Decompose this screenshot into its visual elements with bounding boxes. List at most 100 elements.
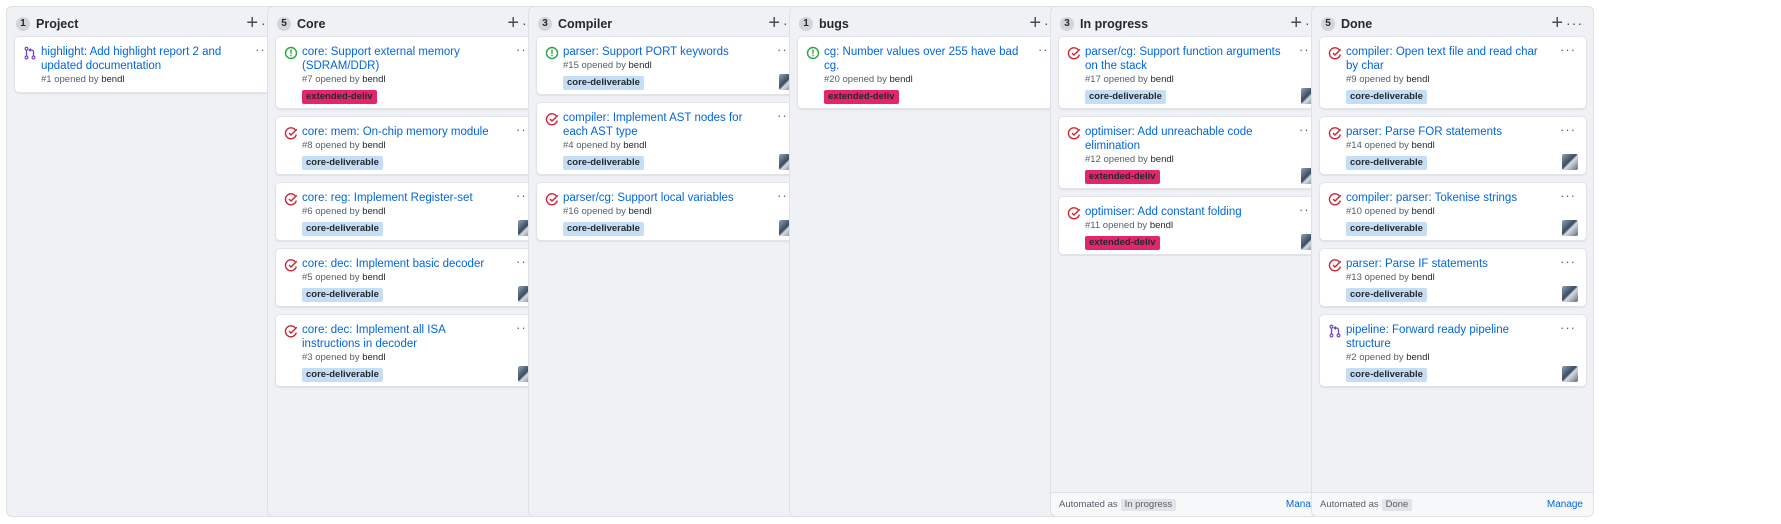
card-title-link[interactable]: core: dec: Implement basic decoder	[302, 257, 502, 271]
author-name[interactable]: bendl	[1151, 74, 1174, 85]
card-title-link[interactable]: core: Support external memory (SDRAM/DDR…	[302, 45, 502, 73]
author-name[interactable]: bendl	[629, 206, 652, 217]
add-card-button[interactable]: +	[1029, 10, 1041, 36]
label-badge[interactable]: core-deliverable	[1346, 368, 1427, 382]
card-title-link[interactable]: compiler: Implement AST nodes for each A…	[563, 111, 763, 139]
card-title-link[interactable]: parser: Parse FOR statements	[1346, 125, 1546, 139]
author-name[interactable]: bendl	[1406, 74, 1429, 85]
label-badge[interactable]: core-deliverable	[1346, 222, 1427, 236]
author-name[interactable]: bendl	[362, 272, 385, 283]
avatar[interactable]	[1562, 220, 1578, 236]
author-name[interactable]: bendl	[362, 352, 385, 363]
card-title-link[interactable]: highlight: Add highlight report 2 and up…	[41, 45, 241, 73]
label-badge[interactable]: core-deliverable	[1346, 156, 1427, 170]
opened-by-text: opened by	[1103, 74, 1148, 85]
card-title-link[interactable]: core: dec: Implement all ISA instruction…	[302, 323, 502, 351]
author-name[interactable]: bendl	[1412, 272, 1435, 283]
issue-card[interactable]: highlight: Add highlight report 2 and up…	[14, 36, 282, 93]
card-menu-button[interactable]: ···	[1560, 42, 1576, 57]
issue-card[interactable]: cg: Number values over 255 have bad cg. ·…	[797, 36, 1065, 109]
issue-card[interactable]: parser/cg: Support function arguments on…	[1058, 36, 1326, 109]
card-title-link[interactable]: cg: Number values over 255 have bad cg.	[824, 45, 1024, 73]
issue-card[interactable]: core: dec: Implement all ISA instruction…	[275, 314, 543, 387]
label-badge[interactable]: extended-deliv	[824, 90, 899, 104]
automation-label: Automated as	[1320, 499, 1379, 510]
author-name[interactable]: bendl	[1150, 220, 1173, 231]
add-card-button[interactable]: +	[1551, 10, 1563, 36]
card-meta: #2 opened by bendl	[1346, 352, 1429, 363]
issue-card[interactable]: parser: Support PORT keywords ··· #15 open…	[536, 36, 804, 95]
label-badge[interactable]: core-deliverable	[1085, 90, 1166, 104]
card-title-link[interactable]: parser: Parse IF statements	[1346, 257, 1546, 271]
label-badge[interactable]: core-deliverable	[302, 288, 383, 302]
label-badge[interactable]: core-deliverable	[302, 156, 383, 170]
column-title: bugs	[819, 17, 849, 31]
card-title-link[interactable]: optimiser: Add constant folding	[1085, 205, 1285, 219]
closed-issue-icon	[284, 193, 298, 206]
issue-card[interactable]: core: reg: Implement Register-set ··· #6 o…	[275, 182, 543, 241]
author-name[interactable]: bendl	[362, 206, 385, 217]
issue-card[interactable]: compiler: parser: Tokenise strings ··· #10…	[1319, 182, 1587, 241]
author-name[interactable]: bendl	[1151, 154, 1174, 165]
opened-by-text: opened by	[576, 140, 621, 151]
column-menu-button[interactable]: ···	[1566, 11, 1583, 35]
author-name[interactable]: bendl	[362, 140, 385, 151]
label-badge[interactable]: core-deliverable	[563, 156, 644, 170]
card-meta: #15 opened by bendl	[563, 60, 652, 71]
card-menu-button[interactable]: ···	[1560, 320, 1576, 335]
card-menu-button[interactable]: ···	[1560, 122, 1576, 137]
card-title-link[interactable]: parser: Support PORT keywords	[563, 45, 763, 59]
card-title-link[interactable]: compiler: parser: Tokenise strings	[1346, 191, 1546, 205]
card-menu-button[interactable]: ···	[1560, 188, 1576, 203]
issue-number: #3	[302, 352, 313, 363]
author-name[interactable]: bendl	[1412, 140, 1435, 151]
automation-status: Automated as In progress	[1059, 499, 1177, 511]
card-menu-button[interactable]: ···	[1560, 254, 1576, 269]
opened-by-text: opened by	[315, 74, 360, 85]
add-card-button[interactable]: +	[246, 10, 258, 36]
label-badge[interactable]: core-deliverable	[1346, 90, 1427, 104]
issue-card[interactable]: optimiser: Add constant folding ··· #11 op…	[1058, 196, 1326, 255]
author-name[interactable]: bendl	[101, 74, 124, 85]
card-title-link[interactable]: pipeline: Forward ready pipeline structu…	[1346, 323, 1546, 351]
manage-automation-link[interactable]: Manage	[1547, 499, 1583, 510]
label-badge[interactable]: core-deliverable	[563, 76, 644, 90]
card-title-link[interactable]: parser/cg: Support local variables	[563, 191, 763, 205]
issue-card[interactable]: parser: Parse FOR statements ··· #14 opene…	[1319, 116, 1587, 175]
label-badge[interactable]: extended-deliv	[1085, 170, 1160, 184]
label-badge[interactable]: core-deliverable	[302, 368, 383, 382]
issue-card[interactable]: compiler: Open text file and read char b…	[1319, 36, 1587, 109]
avatar[interactable]	[1562, 154, 1578, 170]
add-card-button[interactable]: +	[768, 10, 780, 36]
label-badge[interactable]: core-deliverable	[302, 222, 383, 236]
issue-card[interactable]: parser: Parse IF statements ··· #13 opened…	[1319, 248, 1587, 307]
label-badge[interactable]: extended-deliv	[1085, 236, 1160, 250]
add-card-button[interactable]: +	[1290, 10, 1302, 36]
author-name[interactable]: bendl	[890, 74, 913, 85]
label-badge[interactable]: core-deliverable	[1346, 288, 1427, 302]
avatar[interactable]	[1562, 366, 1578, 382]
issue-card[interactable]: compiler: Implement AST nodes for each A…	[536, 102, 804, 175]
add-card-button[interactable]: +	[507, 10, 519, 36]
avatar[interactable]	[1562, 286, 1578, 302]
issue-card[interactable]: core: dec: Implement basic decoder ··· #5 …	[275, 248, 543, 307]
label-badge[interactable]: extended-deliv	[302, 90, 377, 104]
author-name[interactable]: bendl	[623, 140, 646, 151]
card-title-link[interactable]: compiler: Open text file and read char b…	[1346, 45, 1546, 73]
author-name[interactable]: bendl	[362, 74, 385, 85]
issue-card[interactable]: core: mem: On-chip memory module ··· #8 op…	[275, 116, 543, 175]
author-name[interactable]: bendl	[1412, 206, 1435, 217]
label-badge[interactable]: core-deliverable	[563, 222, 644, 236]
author-name[interactable]: bendl	[629, 60, 652, 71]
card-title-link[interactable]: parser/cg: Support function arguments on…	[1085, 45, 1285, 73]
card-title-link[interactable]: core: mem: On-chip memory module	[302, 125, 502, 139]
author-name[interactable]: bendl	[1406, 352, 1429, 363]
card-title-link[interactable]: core: reg: Implement Register-set	[302, 191, 502, 205]
issue-card[interactable]: parser/cg: Support local variables ··· #16…	[536, 182, 804, 241]
card-title-link[interactable]: optimiser: Add unreachable code eliminat…	[1085, 125, 1285, 153]
card-meta: #5 opened by bendl	[302, 272, 385, 283]
issue-card[interactable]: core: Support external memory (SDRAM/DDR…	[275, 36, 543, 109]
issue-number: #16	[563, 206, 579, 217]
issue-card[interactable]: optimiser: Add unreachable code eliminat…	[1058, 116, 1326, 189]
issue-card[interactable]: pipeline: Forward ready pipeline structu…	[1319, 314, 1587, 387]
